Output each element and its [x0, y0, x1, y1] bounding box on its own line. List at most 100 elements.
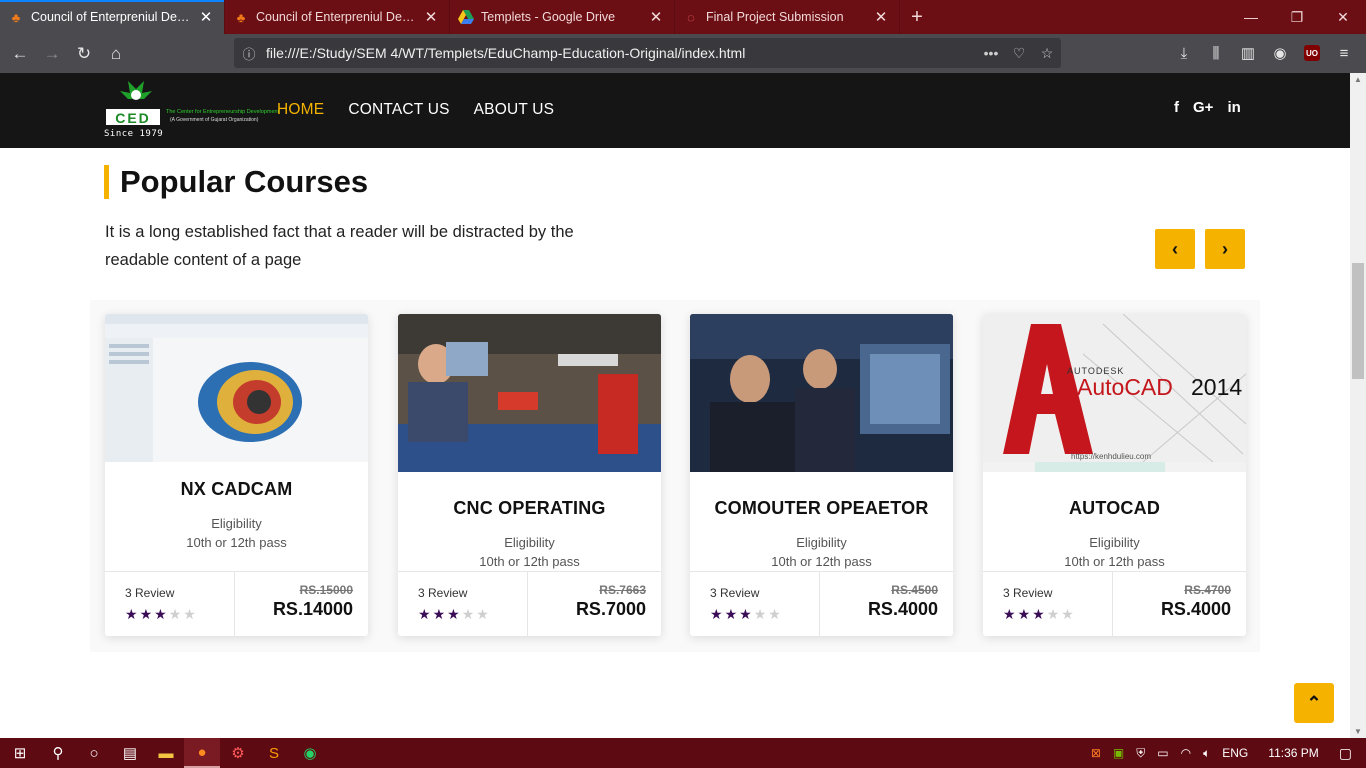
- reload-icon: ↻: [76, 43, 92, 63]
- course-footer: 3 Review ★★★★★ RS.7663 RS.7000: [398, 571, 661, 636]
- logo-subtag: (A Government of Gujarat Organization): [170, 117, 259, 123]
- close-window-icon[interactable]: ✕: [1320, 0, 1366, 34]
- reload-button[interactable]: ↻: [68, 38, 100, 70]
- tab-1[interactable]: ♣ Council of Enterpreniul Devlopm ✕: [0, 0, 225, 34]
- course-price: RS.15000 RS.14000: [235, 572, 368, 636]
- sublime-text-icon[interactable]: S: [256, 738, 292, 768]
- back-button[interactable]: ←: [4, 38, 36, 70]
- close-tab-icon[interactable]: ✕: [873, 8, 889, 26]
- menu-icon[interactable]: ≡: [1328, 45, 1360, 62]
- language-indicator[interactable]: ENG: [1222, 746, 1248, 760]
- old-price: RS.4500: [891, 583, 938, 597]
- course-card[interactable]: NX CADCAM Eligibility 10th or 12th pass …: [105, 314, 368, 636]
- current-price: RS.4000: [1160, 599, 1231, 619]
- course-name[interactable]: CNC OPERATING: [398, 498, 661, 519]
- info-icon[interactable]: ⓘ: [234, 44, 264, 63]
- autocad-year: 2014: [1191, 374, 1243, 400]
- notifications-icon[interactable]: ▢: [1339, 745, 1352, 762]
- scroll-up-icon[interactable]: ▲: [1350, 75, 1366, 84]
- account-icon[interactable]: ◉: [1264, 44, 1296, 62]
- star-icon: ★: [1046, 606, 1062, 622]
- course-name[interactable]: NX CADCAM: [105, 479, 368, 500]
- site-logo[interactable]: CED The Center for Entrepreneurship Deve…: [104, 81, 279, 141]
- arrow-right-icon: →: [43, 43, 61, 63]
- site-favicon-icon: ♣: [236, 9, 246, 25]
- arrow-left-icon: ←: [11, 43, 29, 63]
- whatsapp-icon[interactable]: ◉: [292, 738, 328, 768]
- url-text[interactable]: file:///E:/Study/SEM 4/WT/Templets/EduCh…: [264, 45, 977, 61]
- course-image-computer-operator: [690, 314, 953, 472]
- settings-icon[interactable]: ⚙: [220, 738, 256, 768]
- sidebar-icon[interactable]: ▥: [1232, 44, 1264, 62]
- search-icon[interactable]: ⚲: [40, 738, 76, 768]
- section-intro: It is a long established fact that a rea…: [105, 223, 574, 269]
- download-icon[interactable]: ⤓: [1168, 45, 1200, 62]
- eligibility-value: 10th or 12th pass: [186, 535, 287, 550]
- star-icon: ★: [418, 606, 433, 622]
- course-image-autocad: AUTODESK AutoCAD 2014 https://kenhdulieu…: [983, 314, 1246, 472]
- close-tab-icon[interactable]: ✕: [648, 8, 664, 26]
- new-tab-button[interactable]: +: [900, 0, 934, 34]
- star-rating: ★★★★★: [418, 606, 527, 623]
- wifi-icon[interactable]: ◠: [1181, 746, 1191, 760]
- window-controls: — ❐ ✕: [1228, 0, 1366, 34]
- pocket-icon[interactable]: ♡: [1005, 45, 1033, 62]
- volume-icon[interactable]: 🔈︎: [1203, 746, 1210, 761]
- browser-toolbar: ← → ↻ ⌂ ⓘ file:///E:/Study/SEM 4/WT/Temp…: [0, 34, 1366, 73]
- course-name[interactable]: COMOUTER OPEAETOR: [690, 498, 953, 519]
- firefox-icon[interactable]: ●: [184, 738, 220, 768]
- star-icon: ★: [739, 606, 754, 622]
- scrollbar-thumb[interactable]: [1352, 263, 1364, 379]
- menu-home[interactable]: HOME: [277, 101, 324, 119]
- xampp-icon[interactable]: ⊠: [1091, 746, 1101, 760]
- course-card[interactable]: AUTODESK AutoCAD 2014 https://kenhdulieu…: [983, 314, 1246, 636]
- tab-title: Final Project Submission: [706, 10, 844, 24]
- carousel-prev-button[interactable]: ‹: [1155, 229, 1195, 269]
- tab-2[interactable]: ♣ Council of Enterpreniul Devlopm ✕: [225, 0, 450, 34]
- page-scrollbar[interactable]: ▲ ▼: [1350, 73, 1366, 738]
- ublock-icon[interactable]: UO: [1304, 45, 1320, 61]
- course-card[interactable]: CNC OPERATING Eligibility 10th or 12th p…: [398, 314, 661, 636]
- back-to-top-button[interactable]: ⌃: [1294, 683, 1334, 723]
- bookmark-star-icon[interactable]: ☆: [1033, 45, 1061, 62]
- star-icon: ★: [724, 606, 740, 622]
- course-rating: 3 Review ★★★★★: [690, 572, 820, 636]
- cortana-icon[interactable]: ○: [76, 738, 112, 768]
- clock[interactable]: 11:36 PM: [1268, 746, 1318, 760]
- review-count: 3 Review: [710, 586, 760, 600]
- minimize-icon[interactable]: —: [1228, 0, 1274, 34]
- linkedin-icon[interactable]: in: [1227, 99, 1240, 116]
- defender-icon[interactable]: ⛨: [1136, 746, 1145, 761]
- close-tab-icon[interactable]: ✕: [423, 8, 439, 26]
- file-explorer-icon[interactable]: ▬: [148, 738, 184, 768]
- course-price: RS.4700 RS.4000: [1113, 572, 1246, 636]
- star-icon: ★: [1017, 606, 1033, 622]
- course-name[interactable]: AUTOCAD: [983, 498, 1246, 519]
- address-bar[interactable]: ⓘ file:///E:/Study/SEM 4/WT/Templets/Edu…: [234, 38, 1061, 68]
- windows-start-icon[interactable]: ⊞: [0, 738, 40, 768]
- course-card[interactable]: COMOUTER OPEAETOR Eligibility 10th or 12…: [690, 314, 953, 636]
- task-view-icon[interactable]: ▤: [112, 738, 148, 768]
- close-tab-icon[interactable]: ✕: [198, 8, 214, 26]
- menu-contact-us[interactable]: CONTACT US: [348, 101, 449, 119]
- page-actions-icon[interactable]: •••: [977, 45, 1005, 61]
- restore-icon[interactable]: ❐: [1274, 0, 1320, 34]
- star-icon: ★: [476, 606, 491, 622]
- google-plus-icon[interactable]: G+: [1193, 99, 1213, 116]
- scroll-down-icon[interactable]: ▼: [1350, 727, 1366, 736]
- star-icon: ★: [1032, 606, 1047, 622]
- home-button[interactable]: ⌂: [100, 38, 132, 70]
- menu-about-us[interactable]: ABOUT US: [474, 101, 555, 119]
- nvidia-icon[interactable]: ▣: [1113, 746, 1124, 760]
- course-footer: 3 Review ★★★★★ RS.4700 RS.4000: [983, 571, 1246, 636]
- facebook-icon[interactable]: f: [1174, 99, 1179, 116]
- tab-3[interactable]: Templets - Google Drive ✕: [450, 0, 675, 34]
- tab-title: Council of Enterpreniul Devlopm: [256, 10, 417, 24]
- eligibility-label: Eligibility: [1089, 535, 1140, 550]
- carousel-next-button[interactable]: ›: [1205, 229, 1245, 269]
- forward-button[interactable]: →: [36, 38, 68, 70]
- tab-4[interactable]: ◌ Final Project Submission ✕: [675, 0, 900, 34]
- battery-icon[interactable]: ▭: [1157, 746, 1168, 760]
- library-icon[interactable]: ⫼: [1200, 45, 1232, 62]
- tab-title: Templets - Google Drive: [481, 10, 616, 24]
